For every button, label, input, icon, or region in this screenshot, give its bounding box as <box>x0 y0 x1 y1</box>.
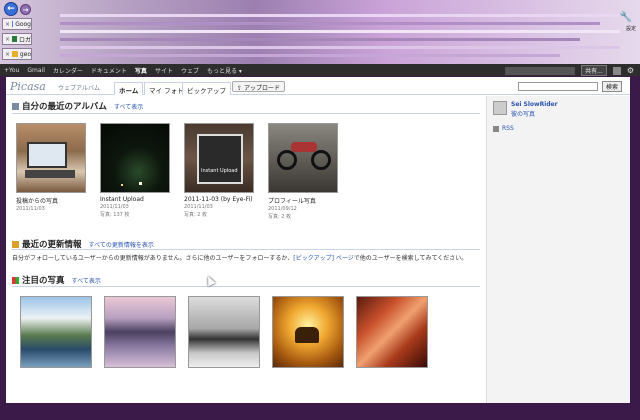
album-photo-count: 写真: 2 枚 <box>184 212 208 218</box>
gear-icon[interactable]: ⚙ <box>627 66 634 75</box>
album-date: 2011/11/03 <box>184 204 213 210</box>
footer <box>0 403 640 420</box>
pickup-page-link[interactable]: [ピックアップ] ページ <box>293 255 353 262</box>
updates-message: 自分がフォローしているユーザーからの更新情報がありません。さらに他のユーザーをフ… <box>12 255 468 262</box>
settings-label: 設定 <box>625 26 636 32</box>
rss-icon <box>493 125 499 132</box>
album-card[interactable]: Instant Upload 2011/11/03 写真: 137 枚 <box>100 123 172 218</box>
user-name-link[interactable]: Sei SlowRider <box>511 101 558 108</box>
rss-link[interactable]: RSS <box>493 125 514 132</box>
album-card[interactable]: 投稿からの写真 2011/11/03 <box>16 123 88 212</box>
gbar-item-gmail[interactable]: Gmail <box>23 67 49 74</box>
arrow-left-icon: ← <box>7 4 15 14</box>
gbar-item-documents[interactable]: ドキュメント <box>87 66 131 75</box>
album-title[interactable]: 投稿からの写真 <box>16 196 88 205</box>
close-icon[interactable]: × <box>5 36 10 43</box>
picasa-logo[interactable]: Picasa <box>10 80 46 93</box>
page-favicon-icon <box>12 36 17 42</box>
arrow-right-icon: → <box>22 5 29 14</box>
album-date: 2011/09/12 <box>268 206 297 212</box>
close-icon[interactable]: × <box>5 21 10 28</box>
lock-icon <box>12 240 19 248</box>
featured-view-all-link[interactable]: すべて表示 <box>72 276 101 285</box>
account-name[interactable] <box>505 66 576 75</box>
featured-photo[interactable] <box>104 296 176 368</box>
divider <box>12 249 480 250</box>
divider <box>12 286 480 287</box>
album-title[interactable]: Instant Upload <box>100 196 172 203</box>
recent-albums-heading: 自分の最近のアルバム すべて表示 <box>12 100 143 112</box>
album-title[interactable]: 2011-11-03 (by Eye-Fi) <box>184 196 256 203</box>
gbar-item-plus-you[interactable]: +You <box>0 67 23 74</box>
album-thumbnail[interactable] <box>16 123 86 193</box>
google-bar: +You Gmail カレンダー ドキュメント 写真 サイト ウェブ もっと見る… <box>0 64 640 76</box>
gbar-item-calendar[interactable]: カレンダー <box>49 66 87 75</box>
search-button[interactable]: 検索 <box>602 81 622 92</box>
album-overlay-label: Instant Upload <box>201 168 238 174</box>
logo-subtitle: ウェブアルバム <box>58 85 100 92</box>
tab-home[interactable]: ホーム <box>114 82 144 95</box>
browser-tab[interactable]: × geo <box>2 48 32 60</box>
picasa-header: Picasa ウェブアルバム ホーム マイ フォト ピックアップ ⇪ アップロー… <box>6 77 630 95</box>
album-thumbnail[interactable] <box>100 123 170 193</box>
album-thumbnail[interactable] <box>268 123 338 193</box>
close-icon[interactable]: × <box>5 51 10 58</box>
album-date: 2011/11/03 <box>100 204 129 210</box>
gbar-item-more[interactable]: もっと見る ▾ <box>203 66 246 75</box>
picasa-page: Picasa ウェブアルバム ホーム マイ フォト ピックアップ ⇪ アップロー… <box>6 77 630 403</box>
sidebar: Sei SlowRider 彼の写真 RSS <box>486 96 630 403</box>
featured-photo[interactable] <box>356 296 428 368</box>
notification-icon[interactable] <box>612 66 621 75</box>
featured-icon <box>12 276 19 284</box>
featured-photo[interactable] <box>188 296 260 368</box>
gbar-item-web[interactable]: ウェブ <box>177 66 203 75</box>
star-favicon-icon <box>12 51 18 57</box>
album-card[interactable]: プロフィール写真 2011/09/12 写真: 2 枚 <box>268 123 340 220</box>
updates-view-all-link[interactable]: すべての更新情報を表示 <box>89 240 154 249</box>
divider <box>12 113 480 114</box>
upload-button[interactable]: ⇪ アップロード <box>232 81 285 92</box>
avatar[interactable] <box>493 101 507 115</box>
album-card[interactable]: Instant Upload 2011-11-03 (by Eye-Fi) 20… <box>184 123 256 218</box>
featured-photo[interactable] <box>20 296 92 368</box>
browser-tab[interactable]: × Goog <box>2 18 32 30</box>
forward-button[interactable]: → <box>20 4 31 15</box>
google-favicon-icon <box>12 21 14 27</box>
album-date: 2011/11/03 <box>16 206 45 212</box>
tab-pickup[interactable]: ピックアップ <box>182 82 231 95</box>
gbar-item-photos[interactable]: 写真 <box>131 66 151 75</box>
browser-chrome: ← → × Goog × ロガ × geo 🔧 設定 <box>0 0 640 64</box>
featured-photo[interactable] <box>272 296 344 368</box>
main-content: 自分の最近のアルバム すべて表示 投稿からの写真 2011/11/03 Inst… <box>6 96 486 403</box>
user-photos-link[interactable]: 彼の写真 <box>511 109 535 118</box>
back-button[interactable]: ← <box>4 2 18 16</box>
featured-heading: 注目の写真 すべて表示 <box>12 274 101 286</box>
album-thumbnail[interactable]: Instant Upload <box>184 123 254 193</box>
search-input[interactable] <box>518 82 598 91</box>
album-title[interactable]: プロフィール写真 <box>268 196 340 205</box>
browser-tab[interactable]: × ロガ <box>2 33 32 45</box>
wrench-icon[interactable]: 🔧 <box>620 12 632 23</box>
share-button[interactable]: 共有... <box>581 65 607 76</box>
album-photo-count: 写真: 2 枚 <box>268 214 292 220</box>
gbar-item-sites[interactable]: サイト <box>151 66 177 75</box>
album-icon <box>12 102 19 110</box>
recent-albums-view-all-link[interactable]: すべて表示 <box>114 102 143 111</box>
album-photo-count: 写真: 137 枚 <box>100 212 130 218</box>
